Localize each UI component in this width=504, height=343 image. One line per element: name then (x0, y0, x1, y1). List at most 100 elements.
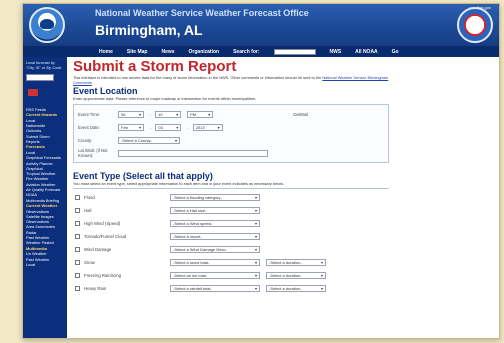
ampm-value: PM (190, 111, 197, 117)
forecast-search-input[interactable] (26, 74, 54, 81)
event-label: Flood (84, 194, 95, 200)
office-city: Birmingham, AL (95, 22, 203, 38)
nav-scope-nws[interactable]: NWS (330, 49, 342, 55)
event-location-note: Enter approximate data. Please reference… (73, 96, 257, 101)
nav-home[interactable]: Home (99, 49, 113, 55)
chevron-down-icon: ▾ (254, 220, 257, 226)
intro-text: This interface is intended to use severe… (73, 75, 403, 85)
event-row-tornado: Tornado/Funnel Cloud -Select a report- ▾ (75, 231, 266, 241)
chevron-down-icon: ▾ (217, 124, 220, 130)
hail-checkbox[interactable] (75, 207, 80, 213)
nws-logo[interactable] (457, 7, 493, 43)
flood-checkbox[interactable] (75, 194, 80, 200)
county-label: County: (78, 137, 93, 143)
event-row-wind-damage: Wind Damage -Select a Wind Damage Desc- ▾ (75, 244, 266, 254)
page-title: Submit a Storm Report (73, 58, 237, 75)
nav-site-map[interactable]: Site Map (127, 49, 148, 55)
event-type-heading: Event Type (Select all that apply) (73, 171, 213, 181)
noaa-logo[interactable] (29, 7, 65, 43)
event-date-label: Event Date: (78, 124, 100, 130)
event-label: Hail (84, 207, 92, 213)
chevron-down-icon: ▾ (254, 194, 257, 200)
event-row-flood: Flood -Select a flooding category- ▾ (75, 192, 266, 202)
browser-page: National Weather Service Weather Forecas… (22, 3, 500, 339)
chevron-down-icon: ▾ (208, 111, 211, 117)
event-time-row: Event Time: 06 ▾ : 10 ▾ PM ▾ Central (78, 109, 308, 119)
chevron-down-icon: ▾ (174, 137, 177, 143)
city-row: Lat./Mult. (if Not Known): (78, 148, 268, 158)
hour-select[interactable]: 06 ▾ (118, 110, 144, 118)
select-value: -Select a Wind Damage Desc- (173, 246, 227, 252)
hail-select[interactable]: -Select a Hail size- ▾ (170, 206, 260, 214)
event-label: Freezing Rain/Icing (84, 272, 122, 278)
nav-go-button[interactable]: Go (392, 49, 399, 55)
wind-damage-select[interactable]: -Select a Wind Damage Desc- ▾ (170, 245, 260, 253)
high-wind-select[interactable]: -Select a Wind speed- ▾ (170, 219, 260, 227)
event-location-form: Event Time: 06 ▾ : 10 ▾ PM ▾ Central Event … (73, 104, 389, 163)
select-value: -Select a rainfall total- (173, 285, 212, 291)
event-date-row: Event Date: Feb ▾ - 03 ▾ - 2013 ▾ (78, 122, 229, 132)
flood-select[interactable]: -Select a flooding category- ▾ (170, 193, 260, 201)
day-value: 03 (158, 124, 163, 130)
office-title: National Weather Service Weather Forecas… (95, 8, 309, 18)
high-wind-checkbox[interactable] (75, 220, 80, 226)
event-type-note: You must select an event type, select ap… (73, 181, 284, 186)
sidebar-item[interactable]: Graphical Forecasts (26, 155, 64, 160)
nav-scope-noaa[interactable]: All NOAA (355, 49, 378, 55)
minute-value: 10 (158, 111, 163, 117)
rainfall-total-select[interactable]: -Select a rainfall total- ▾ (170, 284, 260, 292)
ice-total-select[interactable]: -Select an ice total- ▾ (170, 271, 260, 279)
city-input[interactable] (118, 149, 268, 157)
time-separator: : (150, 111, 152, 117)
event-type-list: Flood -Select a flooding category- ▾ Hail… (73, 188, 389, 328)
day-select[interactable]: 03 ▾ (155, 123, 182, 131)
select-value: -Select a Wind speed- (173, 220, 213, 226)
tornado-checkbox[interactable] (75, 233, 80, 239)
nav-news[interactable]: News (161, 49, 174, 55)
county-row: County: -Select a County- ▾ (78, 135, 186, 145)
chevron-down-icon: ▾ (254, 233, 257, 239)
county-select[interactable]: -Select a County- ▾ (118, 136, 180, 144)
minute-select[interactable]: 10 ▾ (155, 110, 182, 118)
sidebar-item[interactable]: Submit Storm Reports (26, 134, 64, 145)
tornado-select[interactable]: -Select a report- ▾ (170, 232, 260, 240)
county-value: -Select a County- (121, 137, 152, 143)
chevron-down-icon: ▾ (320, 285, 323, 291)
rainfall-duration-select[interactable]: -Select a duration- ▾ (266, 284, 326, 292)
chevron-down-icon: ▾ (254, 285, 257, 291)
snow-duration-select[interactable]: -Select a duration- ▾ (266, 258, 326, 266)
chevron-down-icon: ▾ (138, 111, 141, 117)
select-value: -Select a duration- (269, 259, 302, 265)
nav-search-input[interactable] (273, 48, 316, 55)
main-content: Submit a Storm Report This interface is … (73, 58, 497, 338)
event-row-freezing-rain: Freezing Rain/Icing -Select an ice total… (75, 270, 332, 280)
month-select[interactable]: Feb ▾ (118, 123, 144, 131)
date-separator: - (150, 124, 152, 130)
nav-organization[interactable]: Organization (189, 49, 220, 55)
freezing-rain-checkbox[interactable] (75, 272, 80, 278)
ice-duration-select[interactable]: -Select a duration- ▾ (266, 271, 326, 279)
year-select[interactable]: 2013 ▾ (192, 123, 223, 131)
event-row-hail: Hail -Select a Hail size- ▾ (75, 205, 266, 215)
event-label: High Wind (Speed) (84, 220, 121, 226)
date-separator: - (187, 124, 189, 130)
select-value: -Select a report- (173, 233, 202, 239)
noaa-bird-icon (40, 19, 54, 29)
month-value: Feb (121, 124, 128, 130)
sidebar-item[interactable]: Local (26, 262, 64, 267)
select-value: -Select a snow total- (173, 259, 210, 265)
left-sidebar: Local forecast by "City, St" or Zip Code… (23, 57, 67, 338)
event-row-heavy-rain: Heavy Rain -Select a rainfall total- ▾ -S… (75, 283, 332, 293)
select-value: -Select a duration- (269, 285, 302, 291)
event-row-high-wind: High Wind (Speed) -Select a Wind speed- ▾ (75, 218, 266, 228)
top-navbar: Home Site Map News Organization Search f… (23, 46, 499, 57)
wind-damage-checkbox[interactable] (75, 246, 80, 252)
snow-checkbox[interactable] (75, 259, 80, 265)
snow-total-select[interactable]: -Select a snow total- ▾ (170, 258, 260, 266)
nav-search-label: Search for: (233, 48, 260, 55)
select-value: -Select a Hail size- (173, 207, 207, 213)
ampm-select[interactable]: PM ▾ (187, 110, 214, 118)
header-banner: National Weather Service Weather Forecas… (23, 4, 499, 46)
forecast-go-button[interactable] (28, 89, 38, 96)
heavy-rain-checkbox[interactable] (75, 285, 80, 291)
